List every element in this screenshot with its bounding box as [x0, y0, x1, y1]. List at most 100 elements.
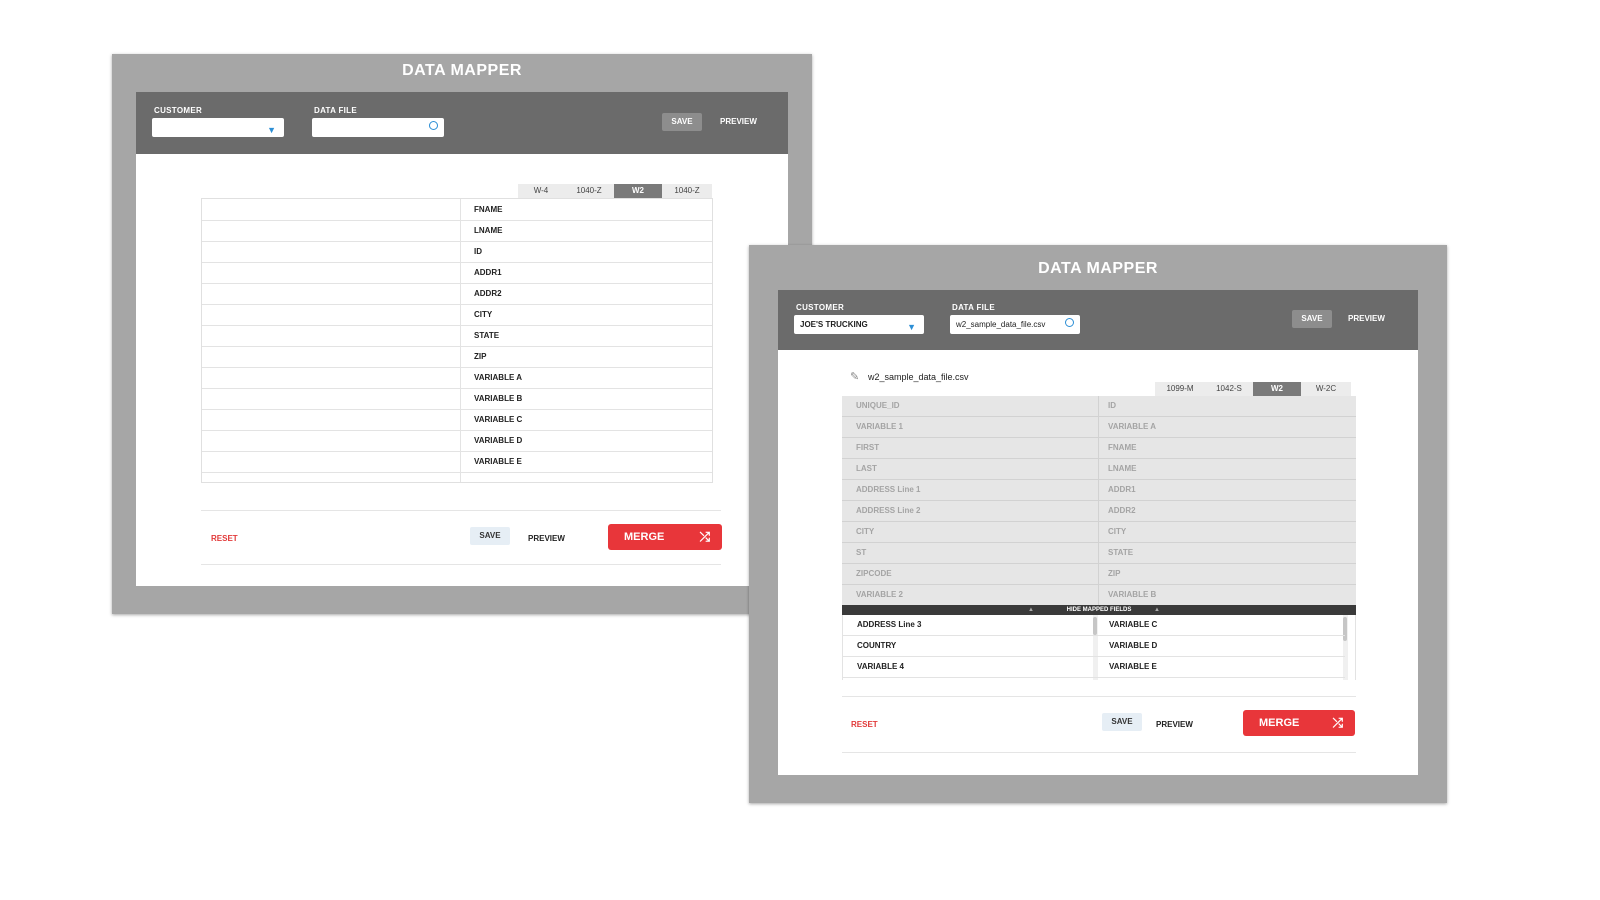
save-button[interactable]: SAVE — [470, 527, 510, 545]
source-field-label[interactable]: VARIABLE 4 — [857, 657, 904, 677]
clear-circle-icon[interactable] — [1065, 318, 1074, 327]
mapped-row[interactable]: UNIQUE_ID ID — [842, 396, 1356, 417]
tab-w2[interactable]: W2 — [614, 184, 662, 198]
target-field-label: VARIABLE E — [474, 457, 522, 466]
datafile-input[interactable]: w2_sample_data_file.csv — [950, 315, 1080, 334]
divider — [842, 752, 1356, 753]
table-row: ADDR2 — [202, 283, 712, 305]
target-field-label[interactable]: VARIABLE E — [1109, 657, 1157, 677]
mapped-row[interactable]: ST STATE — [842, 543, 1356, 564]
target-field-label[interactable]: VARIABLE D — [1109, 636, 1157, 656]
merge-button[interactable]: MERGE ⤮ — [1243, 710, 1355, 736]
customer-label: CUSTOMER — [796, 303, 845, 312]
tab-1040z-2[interactable]: 1040-Z — [662, 184, 712, 198]
source-field-label: VARIABLE 2 — [856, 590, 903, 599]
tab-1040z[interactable]: 1040-Z — [564, 184, 614, 198]
shuffle-icon: ⤮ — [699, 529, 710, 544]
source-field-dropzone[interactable] — [202, 241, 460, 262]
customer-label: CUSTOMER — [154, 106, 203, 115]
mapped-row[interactable]: FIRST FNAME — [842, 438, 1356, 459]
save-button[interactable]: SAVE — [1102, 713, 1142, 731]
datafile-label: DATA FILE — [952, 303, 995, 312]
mapped-row[interactable]: VARIABLE 2 VARIABLE B — [842, 585, 1356, 606]
source-field-label: ADDRESS Line 2 — [856, 506, 921, 515]
triangle-down-icon: ▼ — [267, 125, 276, 135]
tab-w4[interactable]: W-4 — [518, 184, 564, 198]
source-field-dropzone[interactable] — [202, 451, 460, 472]
source-field-dropzone[interactable] — [202, 367, 460, 388]
table-row: VARIABLE B — [202, 388, 712, 410]
tab-1042s[interactable]: 1042-S — [1205, 382, 1253, 396]
target-field-label: FNAME — [1108, 443, 1137, 452]
target-field-label: VARIABLE B — [1108, 590, 1157, 599]
source-field-dropzone[interactable] — [202, 304, 460, 325]
table-row: FNAME — [202, 199, 712, 221]
customer-select[interactable]: JOE'S TRUCKING ▼ — [794, 315, 924, 334]
source-field-label: VARIABLE 1 — [856, 422, 903, 431]
datafile-label: DATA FILE — [314, 106, 357, 115]
toolbar: CUSTOMER JOE'S TRUCKING ▼ DATA FILE w2_s… — [778, 290, 1418, 350]
mapped-row[interactable]: ZIPCODE ZIP — [842, 564, 1356, 585]
merge-label: MERGE — [624, 531, 665, 543]
source-field-label: UNIQUE_ID — [856, 401, 900, 410]
tab-w2[interactable]: W2 — [1253, 382, 1301, 396]
hide-mapped-fields-toggle[interactable]: ▲ HIDE MAPPED FIELDS ▲ — [842, 605, 1356, 615]
target-field-label: LNAME — [1108, 464, 1137, 473]
reset-button[interactable]: RESET — [211, 534, 238, 543]
mapped-row[interactable]: CITY CITY — [842, 522, 1356, 543]
form-tabs: 1099-M 1042-S W2 W-2C — [1155, 382, 1351, 396]
source-field-dropzone[interactable] — [202, 199, 460, 220]
unmapped-row[interactable]: ADDRESS Line 3 VARIABLE C — [843, 615, 1345, 636]
target-field-label: CITY — [1108, 527, 1127, 536]
target-field-label: ADDR1 — [1108, 485, 1136, 494]
source-field-dropzone[interactable] — [202, 388, 460, 409]
target-field-label: VARIABLE A — [474, 373, 522, 382]
triangle-up-icon: ▲ — [1154, 607, 1160, 613]
target-field-label: CITY — [474, 310, 493, 319]
source-field-label[interactable]: ADDRESS Line 3 — [857, 615, 921, 635]
tab-1099m[interactable]: 1099-M — [1155, 382, 1205, 396]
target-field-label: VARIABLE D — [474, 436, 523, 445]
table-row: LNAME — [202, 220, 712, 242]
clear-circle-icon[interactable] — [429, 121, 438, 130]
toolbar-preview-button[interactable]: PREVIEW — [1348, 314, 1385, 323]
data-mapper-window-empty: DATA MAPPER CUSTOMER ▼ DATA FILE SAVE PR… — [112, 54, 812, 614]
tab-w2c[interactable]: W-2C — [1301, 382, 1351, 396]
source-field-dropzone[interactable] — [202, 346, 460, 367]
preview-button[interactable]: PREVIEW — [528, 534, 565, 543]
customer-select[interactable]: ▼ — [152, 118, 284, 137]
mapped-fields-table: UNIQUE_ID ID VARIABLE 1 VARIABLE A FIRST FNAM… — [842, 396, 1356, 606]
shuffle-icon: ⤮ — [1332, 715, 1343, 730]
toolbar-save-button[interactable]: SAVE — [1292, 310, 1332, 328]
toolbar-save-button[interactable]: SAVE — [662, 113, 702, 131]
target-field-label: ZIP — [474, 352, 487, 361]
datafile-input[interactable] — [312, 118, 444, 137]
source-field-dropzone[interactable] — [202, 430, 460, 451]
source-field-dropzone[interactable] — [202, 409, 460, 430]
merge-label: MERGE — [1259, 717, 1300, 729]
triangle-down-icon: ▼ — [907, 322, 916, 332]
mapped-row[interactable]: ADDRESS Line 1 ADDR1 — [842, 480, 1356, 501]
mapping-table: FNAME LNAME ID ADDR1 ADDR2 CITY STATE ZIP VARIAB… — [201, 198, 713, 483]
table-row: VARIABLE A — [202, 367, 712, 389]
target-field-label[interactable]: VARIABLE C — [1109, 615, 1157, 635]
mapped-row[interactable]: LAST LNAME — [842, 459, 1356, 480]
unmapped-row[interactable]: COUNTRY VARIABLE D — [843, 636, 1345, 657]
mapped-row[interactable]: VARIABLE 1 VARIABLE A — [842, 417, 1356, 438]
merge-button[interactable]: MERGE ⤮ — [608, 524, 722, 550]
content-panel: W-4 1040-Z W2 1040-Z FNAME LNAME ID ADDR1 AD… — [136, 154, 788, 586]
mapped-row[interactable]: ADDRESS Line 2 ADDR2 — [842, 501, 1356, 522]
toolbar-preview-button[interactable]: PREVIEW — [720, 117, 757, 126]
source-field-label[interactable]: COUNTRY — [857, 636, 896, 656]
source-field-dropzone[interactable] — [202, 283, 460, 304]
unmapped-row[interactable]: VARIABLE 4 VARIABLE E — [843, 657, 1345, 678]
preview-button[interactable]: PREVIEW — [1156, 720, 1193, 729]
form-tabs: W-4 1040-Z W2 1040-Z — [518, 184, 712, 198]
source-field-dropzone[interactable] — [202, 262, 460, 283]
reset-button[interactable]: RESET — [851, 720, 878, 729]
window-title: DATA MAPPER — [402, 62, 522, 79]
customer-select-value: JOE'S TRUCKING — [800, 320, 868, 329]
table-row: ID — [202, 241, 712, 263]
source-field-dropzone[interactable] — [202, 220, 460, 241]
source-field-dropzone[interactable] — [202, 325, 460, 346]
